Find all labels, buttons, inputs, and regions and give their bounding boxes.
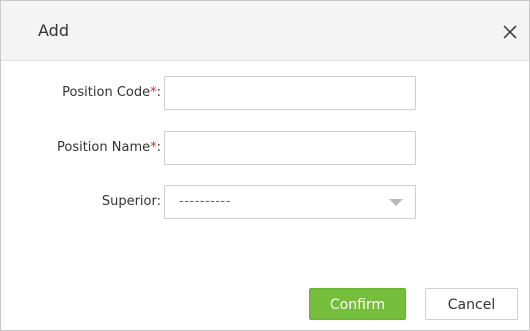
position-code-row: Position Code*: [1, 76, 529, 110]
dialog-header: Add [1, 1, 529, 61]
cancel-button[interactable]: Cancel [425, 288, 518, 320]
close-icon[interactable] [501, 23, 519, 41]
position-name-label: Position Name*: [57, 140, 161, 155]
position-name-input[interactable] [165, 132, 415, 162]
dialog-title: Add [38, 21, 69, 40]
position-code-field[interactable] [164, 76, 416, 110]
add-position-dialog: Add Position Code*: Position Name*: Supe… [0, 0, 530, 331]
superior-row: Superior: ---------- [1, 185, 529, 219]
position-code-input[interactable] [165, 77, 415, 107]
superior-label: Superior: [101, 194, 161, 209]
superior-selected-value: ---------- [179, 194, 231, 209]
chevron-down-icon[interactable] [389, 199, 403, 206]
superior-select[interactable]: ---------- [164, 185, 416, 219]
confirm-button[interactable]: Confirm [309, 288, 406, 320]
position-name-field[interactable] [164, 131, 416, 165]
position-code-label: Position Code*: [62, 85, 161, 100]
position-name-row: Position Name*: [1, 131, 529, 165]
